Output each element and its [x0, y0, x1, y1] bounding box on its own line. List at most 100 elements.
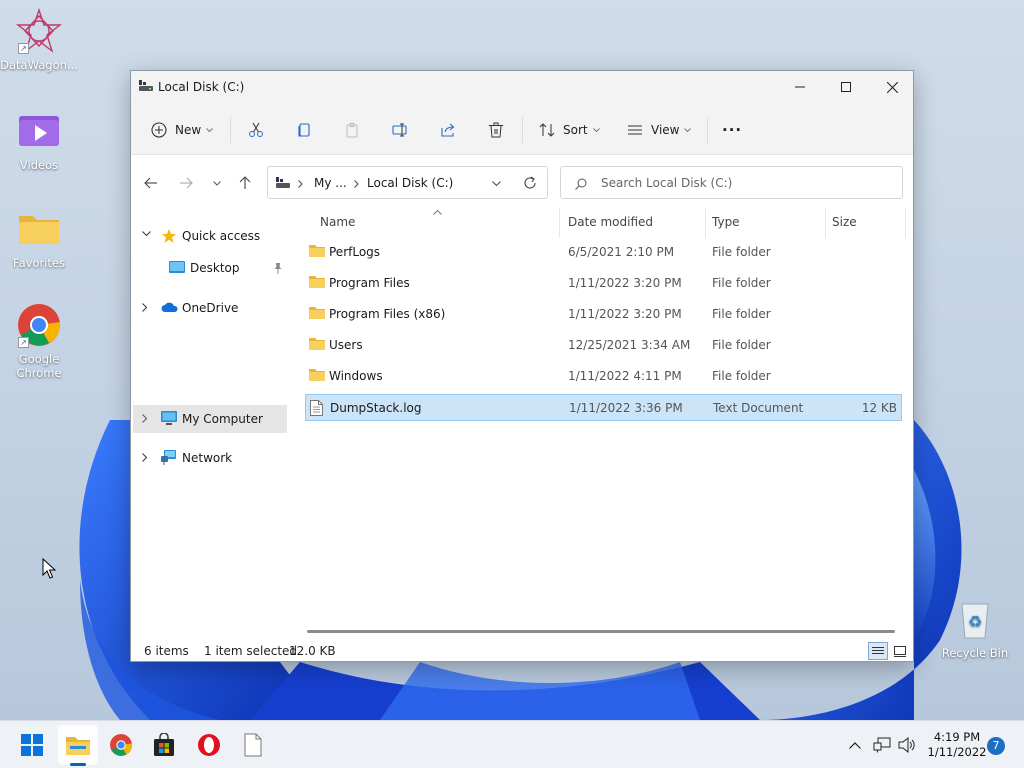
sidebar-item-onedrive[interactable]: OneDrive [133, 294, 287, 322]
sidebar-item-desktop[interactable]: Desktop [133, 254, 287, 282]
copy-button[interactable] [296, 117, 312, 143]
arrow-left-icon [144, 177, 157, 189]
minimize-button[interactable] [777, 71, 823, 103]
file-date-modified: 1/11/2022 4:11 PM [568, 369, 682, 383]
breadcrumb-my-computer[interactable]: My ... [314, 176, 347, 190]
table-row[interactable]: Program Files 1/11/2022 3:20 PM File folde… [305, 270, 902, 297]
rename-button[interactable] [392, 117, 409, 143]
cloud-icon [161, 302, 178, 312]
notification-badge[interactable]: 7 [987, 737, 1005, 755]
large-icons-view-button[interactable] [890, 642, 910, 660]
desktop-icon-recycle-bin[interactable]: ♻ Recycle Bin [936, 596, 1014, 660]
taskbar: 4:19 PM 1/11/2022 7 [0, 720, 1024, 768]
horizontal-scrollbar[interactable] [307, 630, 895, 633]
desktop-icon-label: DataWagon... [0, 58, 78, 72]
volume-button[interactable] [893, 731, 921, 759]
search-input[interactable]: Search Local Disk (C:) [560, 166, 903, 199]
desktop-icon [169, 261, 185, 273]
up-button[interactable] [235, 173, 255, 193]
column-headers: Name Date modified Type Size [291, 208, 913, 238]
column-header-name[interactable]: Name [320, 215, 355, 229]
view-label: View [651, 123, 680, 137]
desktop-icon-label: Google Chrome [16, 352, 62, 380]
more-options-button[interactable]: ··· [722, 117, 742, 143]
folder-icon [309, 275, 325, 292]
sidebar-label: My Computer [182, 412, 263, 426]
maximize-button[interactable] [823, 71, 869, 103]
chevron-down-icon[interactable] [492, 181, 501, 186]
network-status-button[interactable] [868, 731, 896, 759]
column-divider[interactable] [825, 208, 826, 238]
refresh-icon[interactable] [523, 176, 537, 190]
file-name: Windows [329, 369, 383, 383]
file-name: Users [329, 338, 363, 352]
search-placeholder: Search Local Disk (C:) [601, 176, 733, 190]
chevron-up-icon [849, 741, 861, 749]
scissors-icon [249, 122, 263, 137]
file-name: DumpStack.log [330, 401, 422, 415]
share-button[interactable] [440, 117, 456, 143]
view-button[interactable]: View [627, 117, 692, 143]
address-bar[interactable]: My ... Local Disk (C:) [267, 166, 548, 199]
command-bar: New Sort View ··· [131, 103, 913, 155]
folder-icon [309, 306, 325, 323]
column-divider[interactable] [559, 208, 560, 238]
taskbar-store[interactable] [150, 731, 178, 759]
chevron-right-icon [354, 180, 359, 188]
paste-button[interactable] [344, 117, 360, 143]
sidebar-item-network[interactable]: Network [133, 444, 287, 472]
new-button[interactable]: New [151, 117, 214, 143]
taskbar-notepad[interactable] [239, 731, 267, 759]
system-clock[interactable]: 4:19 PM 1/11/2022 [922, 730, 992, 760]
file-name: Program Files (x86) [329, 307, 446, 321]
taskbar-chrome[interactable] [107, 731, 135, 759]
chrome-icon: ↗ [16, 302, 62, 348]
start-button[interactable] [18, 731, 46, 759]
sidebar-item-my-computer[interactable]: My Computer [133, 405, 287, 433]
desktop-icon-datawagon[interactable]: ↗ DataWagon... [0, 7, 78, 72]
text-document-icon [310, 400, 323, 419]
table-row[interactable]: DumpStack.log 1/11/2022 3:36 PM Text Docum… [305, 394, 902, 421]
file-type: File folder [712, 245, 771, 259]
document-icon [244, 733, 262, 757]
recent-locations-button[interactable] [207, 173, 227, 193]
desktop-icon-videos[interactable]: Videos [0, 108, 78, 172]
table-row[interactable]: PerfLogs 6/5/2021 2:10 PM File folder [305, 239, 902, 266]
file-date-modified: 1/11/2022 3:20 PM [568, 276, 682, 290]
navigation-pane: Quick access Desktop OneDrive My Compute… [131, 208, 291, 628]
column-divider[interactable] [705, 208, 706, 238]
forward-button[interactable] [176, 173, 196, 193]
chevron-down-icon [684, 127, 692, 132]
column-header-size[interactable]: Size [832, 215, 857, 229]
desktop-icon-label: Favorites [13, 256, 65, 270]
sort-label: Sort [563, 123, 588, 137]
table-row[interactable]: Windows 1/11/2022 4:11 PM File folder [305, 363, 902, 390]
sidebar-label: Desktop [190, 261, 240, 275]
details-view-button[interactable] [868, 642, 888, 660]
desktop-icon-chrome[interactable]: ↗ Google Chrome [0, 302, 78, 380]
column-divider[interactable] [905, 208, 906, 238]
desktop-icon-label: Recycle Bin [941, 646, 1009, 660]
back-button[interactable] [141, 173, 161, 193]
breadcrumb-local-disk[interactable]: Local Disk (C:) [367, 176, 453, 190]
show-hidden-icons-button[interactable] [841, 731, 869, 759]
sort-button[interactable]: Sort [539, 117, 600, 143]
item-count: 6 items [144, 644, 189, 658]
table-row[interactable]: Program Files (x86) 1/11/2022 3:20 PM File… [305, 301, 902, 328]
title-bar[interactable]: Local Disk (C:) [131, 71, 913, 103]
column-header-date-modified[interactable]: Date modified [568, 215, 653, 229]
column-header-type[interactable]: Type [712, 215, 740, 229]
sidebar-item-quick-access[interactable]: Quick access [133, 222, 287, 250]
table-row[interactable]: Users 12/25/2021 3:34 AM File folder [305, 332, 902, 359]
toolbar-divider [230, 117, 231, 143]
desktop-icon-favorites[interactable]: Favorites [0, 206, 78, 270]
delete-button[interactable] [488, 117, 504, 143]
minimize-icon [795, 86, 805, 88]
pin-icon[interactable] [273, 263, 283, 274]
network-icon [873, 737, 891, 753]
close-button[interactable] [869, 71, 915, 103]
cut-button[interactable] [248, 117, 264, 143]
taskbar-file-explorer[interactable] [64, 731, 92, 759]
drive-icon [276, 177, 290, 192]
taskbar-opera[interactable] [195, 731, 223, 759]
